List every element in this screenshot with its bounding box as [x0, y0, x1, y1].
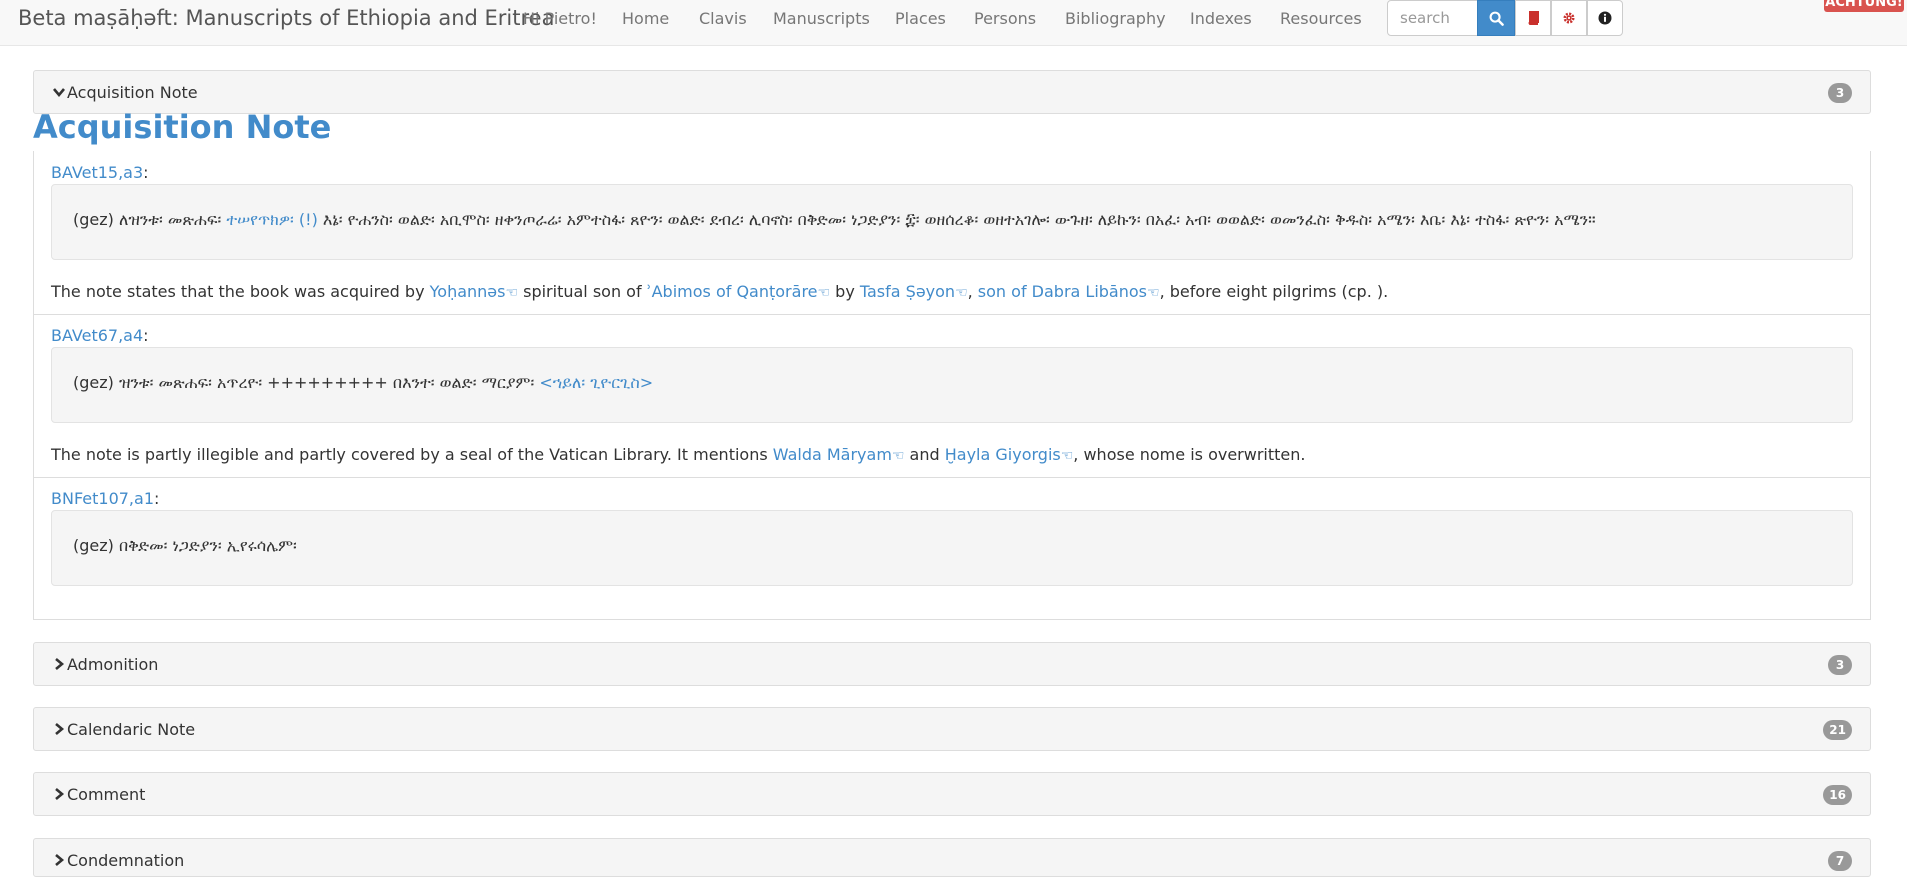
panel-calendaric-note[interactable]: Calendaric Note 21: [33, 707, 1871, 751]
gear-icon: [1563, 12, 1575, 24]
reference-colon: :: [154, 489, 160, 508]
reference-link[interactable]: BAVet15,a3: [51, 163, 143, 182]
reference-colon: :: [143, 163, 149, 182]
reference-link[interactable]: BNFet107,a1: [51, 489, 154, 508]
person-link[interactable]: son of Dabra Libānos: [978, 282, 1147, 301]
pointing-hand-icon[interactable]: ☜: [1061, 448, 1074, 464]
panel-title: Condemnation: [67, 851, 185, 870]
note-text-part: by: [830, 282, 860, 301]
person-link[interactable]: Yoḥannǝs: [430, 282, 506, 301]
reference-colon: :: [143, 326, 149, 345]
note-text-part: The note states that the book was acquir…: [51, 282, 430, 301]
nav-resources[interactable]: Resources: [1280, 9, 1362, 28]
navbar: Beta maṣāḥǝft: Manuscripts of Ethiopia a…: [0, 0, 1907, 46]
nav-bibliography[interactable]: Bibliography: [1065, 9, 1166, 28]
chevron-right-icon: [55, 658, 65, 670]
person-link[interactable]: Walda Māryam: [773, 445, 892, 464]
nav-manuscripts[interactable]: Manuscripts: [773, 9, 870, 28]
person-link[interactable]: Tasfa Ṣǝyon: [860, 282, 955, 301]
search-button[interactable]: [1477, 0, 1515, 36]
geez-text: (gez) ዝንቱ፡ መጽሐፍ፡ አጥረዮ፡ +++++++++ በእንተ፡ ወ…: [73, 373, 653, 393]
count-badge: 21: [1823, 720, 1852, 740]
geez-text-start: (gez) ዝንቱ፡ መጽሐፍ፡ አጥረዮ፡ +++++++++ በእንተ፡ ወ…: [73, 373, 540, 392]
reference-link[interactable]: BAVet67,a4: [51, 326, 143, 345]
entry-reference: BNFet107,a1:: [51, 489, 159, 508]
entry-reference: BAVet67,a4:: [51, 326, 149, 345]
geez-text-start: (gez) ለዝንቱ፡ መጽሐፍ፡: [73, 210, 227, 229]
geez-link[interactable]: ተሠየጥክዎ፡ (!): [226, 210, 317, 229]
panel-title: Acquisition Note: [67, 83, 198, 102]
nav-clavis[interactable]: Clavis: [699, 9, 747, 28]
panel-admonition[interactable]: Admonition 3: [33, 642, 1871, 686]
entry-reference: BAVet15,a3:: [51, 163, 149, 182]
note-text-part: spiritual son of: [518, 282, 647, 301]
nav-greeting[interactable]: Hi Pietro!: [523, 9, 597, 28]
book-button[interactable]: [1515, 0, 1551, 36]
book-icon: [1528, 11, 1539, 25]
note-text: The note states that the book was acquir…: [51, 282, 1388, 301]
geez-text: (gez) ለዝንቱ፡ መጽሐፍ፡ ተሠየጥክዎ፡ (!) እኔ፡ ዮሐንስ፡ …: [73, 210, 1596, 230]
settings-button[interactable]: [1551, 0, 1587, 36]
pointing-hand-icon[interactable]: ☜: [1147, 285, 1160, 301]
entry-divider: [34, 477, 1870, 478]
entry-divider: [34, 314, 1870, 315]
chevron-right-icon: [55, 788, 65, 800]
chevron-down-icon: [53, 88, 65, 98]
geez-text: (gez) በቅድመ፡ ነጋድያን፡ ኢየሩሳሌም፡: [73, 536, 297, 555]
geez-text-well: (gez) ለዝንቱ፡ መጽሐፍ፡ ተሠየጥክዎ፡ (!) እኔ፡ ዮሐንስ፡ …: [51, 184, 1853, 260]
note-text-part: ,: [967, 282, 978, 301]
pointing-hand-icon[interactable]: ☜: [818, 285, 831, 301]
panel-condemnation[interactable]: Condemnation 7: [33, 838, 1871, 877]
nav-indexes[interactable]: Indexes: [1190, 9, 1252, 28]
brand-title[interactable]: Beta maṣāḥǝft: Manuscripts of Ethiopia a…: [18, 6, 554, 30]
note-text: The note is partly illegible and partly …: [51, 445, 1305, 464]
section-heading: Acquisition Note: [33, 108, 332, 146]
nav-places[interactable]: Places: [895, 9, 946, 28]
achtung-badge[interactable]: ACHTUNG!: [1824, 0, 1904, 12]
panel-title: Calendaric Note: [67, 720, 196, 739]
chevron-right-icon: [55, 723, 65, 735]
nav-home[interactable]: Home: [622, 9, 669, 28]
search-icon: [1489, 11, 1504, 26]
info-icon: [1598, 11, 1612, 25]
person-link[interactable]: Ḫayla Giyorgis: [945, 445, 1061, 464]
geez-text-well: (gez) ዝንቱ፡ መጽሐፍ፡ አጥረዮ፡ +++++++++ በእንተ፡ ወ…: [51, 347, 1853, 423]
panel-title: Admonition: [67, 655, 159, 674]
count-badge: 3: [1828, 655, 1852, 675]
panel-title: Comment: [67, 785, 146, 804]
geez-text-well: (gez) በቅድመ፡ ነጋድያን፡ ኢየሩሳሌም፡: [51, 510, 1853, 586]
note-text-part: , whose nome is overwritten.: [1073, 445, 1306, 464]
geez-link[interactable]: <ኀይለ፡ ጊዮርጊስ>: [539, 373, 653, 392]
pointing-hand-icon[interactable]: ☜: [892, 448, 905, 464]
note-text-part: and: [904, 445, 945, 464]
count-badge: 7: [1828, 851, 1852, 871]
pointing-hand-icon[interactable]: ☜: [505, 285, 518, 301]
geez-text-end: እኔ፡ ዮሐንስ፡ ወልድ፡ አቢሞስ፡ ዘቀንጦራሬ፡ አምተስፋ፡ ጸዮን፡…: [317, 210, 1596, 229]
chevron-right-icon: [55, 854, 65, 866]
note-text-part: , before eight pilgrims (cp. ).: [1159, 282, 1389, 301]
nav-persons[interactable]: Persons: [974, 9, 1036, 28]
person-link[interactable]: ʾAbimos of Qanṭorāre: [647, 282, 818, 301]
info-button[interactable]: [1587, 0, 1623, 36]
pointing-hand-icon[interactable]: ☜: [955, 285, 968, 301]
note-text-part: The note is partly illegible and partly …: [51, 445, 773, 464]
count-badge: 3: [1828, 83, 1852, 103]
count-badge: 16: [1823, 785, 1852, 805]
panel-comment[interactable]: Comment 16: [33, 772, 1871, 816]
search-input[interactable]: [1387, 0, 1478, 36]
